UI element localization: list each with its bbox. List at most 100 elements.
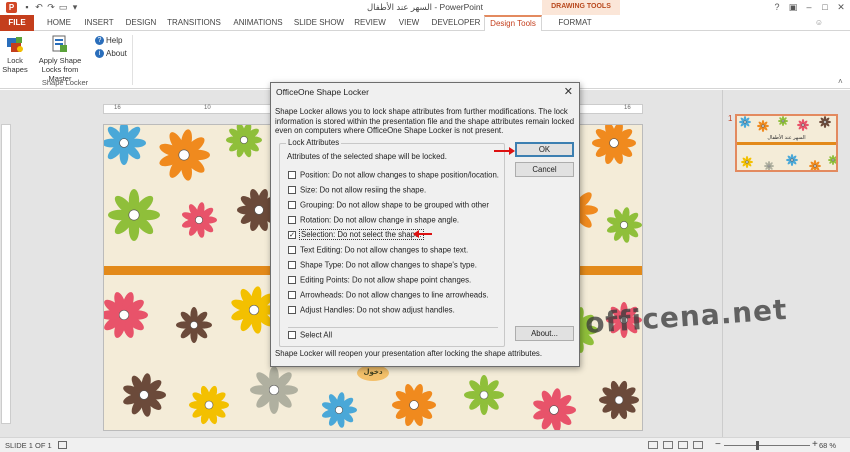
lock-attributes-subtitle: Attributes of the selected shape will be… (287, 152, 447, 161)
help-circle-icon: ? (95, 36, 104, 46)
slide-count: SLIDE 1 OF 1 (5, 441, 52, 450)
position-checkbox[interactable] (288, 170, 296, 179)
zoom-slider[interactable] (724, 445, 810, 446)
option-shape-type[interactable]: Shape Type: Do not allow changes to shap… (288, 259, 477, 270)
flower (741, 156, 753, 168)
tab-insert[interactable]: INSERT (80, 15, 118, 31)
tab-transitions[interactable]: TRANSITIONS (165, 15, 223, 31)
lock-shapes-button[interactable]: Lock Shapes (2, 34, 28, 74)
status-bar: SLIDE 1 OF 1 − + 68 % (0, 437, 850, 452)
spellcheck-icon[interactable] (58, 441, 67, 449)
help-icon[interactable]: ? (770, 1, 784, 13)
ribbon-options-icon[interactable]: ▣ (786, 1, 800, 13)
dialog-description: Shape Locker allows you to lock shape at… (275, 107, 575, 136)
ribbon: Lock Shapes Apply Shape Locks from Maste… (0, 31, 850, 89)
notes-view-icon[interactable] (648, 441, 658, 449)
apply-shape-locks-button[interactable]: Apply Shape Locks from Master (30, 34, 90, 83)
tab-slide-show[interactable]: SLIDE SHOW (293, 15, 345, 31)
close-icon[interactable]: ✕ (834, 1, 848, 13)
option-editing-points[interactable]: Editing Points: Do not allow shape point… (288, 274, 471, 285)
option-text-editing[interactable]: Text Editing: Do not allow changes to sh… (288, 244, 468, 255)
option-label: Rotation: Do not allow change in shape a… (300, 215, 460, 225)
tab-view[interactable]: VIEW (394, 15, 424, 31)
flower (392, 383, 436, 427)
flower (464, 375, 504, 415)
flower (828, 155, 836, 165)
option-arrowheads[interactable]: Arrowheads: Do not allow changes to line… (288, 289, 489, 300)
select-all-label: Select All (300, 330, 333, 340)
account-icon[interactable]: ☺ (812, 15, 826, 31)
slide-sorter-icon[interactable] (678, 441, 688, 449)
slide-thumbnails-pane: 1 السهر عند الأطفال (722, 90, 850, 437)
flower (819, 116, 831, 129)
flower (176, 307, 212, 343)
adjust-handles-checkbox[interactable] (288, 305, 296, 314)
rotation-checkbox[interactable] (288, 215, 296, 224)
flower (123, 373, 166, 417)
tab-animations[interactable]: ANIMATIONS (229, 15, 287, 31)
help-button[interactable]: ? Help (95, 35, 122, 46)
flower (606, 207, 642, 243)
tab-review[interactable]: REVIEW (352, 15, 388, 31)
about-button[interactable]: i About (95, 48, 127, 59)
shape-locker-dialog: OfficeOne Shape Locker ✕ Shape Locker al… (270, 82, 580, 367)
zoom-level[interactable]: 68 % (819, 441, 836, 450)
option-grouping[interactable]: Grouping: Do not allow shape to be group… (288, 199, 489, 210)
dialog-close-icon[interactable]: ✕ (564, 85, 573, 98)
tab-design-tools[interactable]: Design Tools (484, 15, 542, 32)
option-selection[interactable]: ✓ Selection: Do not select the shape. (288, 229, 424, 241)
group-separator (132, 35, 133, 85)
tab-developer[interactable]: DEVELOPER (430, 15, 482, 31)
about-dialog-button[interactable]: About... (515, 326, 574, 341)
option-select-all[interactable]: Select All (288, 329, 332, 340)
grouping-checkbox[interactable] (288, 200, 296, 209)
flower (599, 380, 639, 420)
ribbon-tabs: FILE HOME INSERT DESIGN TRANSITIONS ANIM… (0, 15, 850, 32)
ok-button[interactable]: OK (515, 142, 574, 157)
flower (189, 385, 229, 425)
lock-shapes-icon (5, 34, 25, 54)
option-label: Editing Points: Do not allow shape point… (300, 275, 472, 285)
info-icon: i (95, 49, 104, 59)
thumbnail-number: 1 (728, 114, 733, 123)
zoom-in-icon[interactable]: + (812, 439, 818, 450)
option-label: Size: Do not allow resiing the shape. (300, 185, 427, 195)
arrowheads-checkbox[interactable] (288, 290, 296, 299)
minimize-icon[interactable]: – (802, 1, 816, 13)
flower (764, 161, 774, 170)
zoom-slider-thumb[interactable] (756, 441, 759, 450)
selection-checkbox[interactable]: ✓ (288, 230, 296, 239)
flower (181, 202, 217, 238)
flower (104, 292, 148, 338)
flower (321, 392, 357, 428)
enter-button-shape[interactable]: دخول (357, 365, 389, 381)
editing-points-checkbox[interactable] (288, 275, 296, 284)
option-rotation[interactable]: Rotation: Do not allow change in shape a… (288, 214, 459, 225)
tab-home[interactable]: HOME (40, 15, 78, 31)
option-label: Selection: Do not select the shape. (299, 229, 424, 241)
shape-type-checkbox[interactable] (288, 260, 296, 269)
option-position[interactable]: Position: Do not allow changes to shape … (288, 169, 499, 180)
text-editing-checkbox[interactable] (288, 245, 296, 254)
tab-design[interactable]: DESIGN (121, 15, 161, 31)
tab-format[interactable]: FORMAT (552, 15, 598, 31)
option-label: Adjust Handles: Do not show adjust handl… (300, 305, 455, 315)
size-checkbox[interactable] (288, 185, 296, 194)
title-bar: P ▪ ↶ ↷ ▭ ▾ السهر عند الأطفال - PowerPoi… (0, 0, 850, 15)
collapse-ribbon-icon[interactable]: ˄ (838, 77, 843, 86)
maximize-icon[interactable]: □ (818, 1, 832, 13)
option-size[interactable]: Size: Do not allow resiing the shape. (288, 184, 426, 195)
dialog-footer-note: Shape Locker will reopen your presentati… (275, 349, 542, 358)
option-label: Text Editing: Do not allow changes to sh… (300, 245, 469, 255)
select-all-checkbox[interactable] (288, 330, 296, 339)
reading-view-icon[interactable] (693, 441, 703, 449)
flower (226, 125, 262, 158)
option-adjust-handles[interactable]: Adjust Handles: Do not show adjust handl… (288, 304, 455, 315)
slide-thumbnail[interactable]: السهر عند الأطفال (735, 114, 838, 172)
zoom-out-icon[interactable]: − (715, 439, 721, 450)
tab-file[interactable]: FILE (0, 15, 34, 31)
thumbnail-flowers (739, 116, 836, 170)
flower (739, 116, 751, 129)
cancel-button[interactable]: Cancel (515, 162, 574, 177)
normal-view-icon[interactable] (663, 441, 673, 449)
